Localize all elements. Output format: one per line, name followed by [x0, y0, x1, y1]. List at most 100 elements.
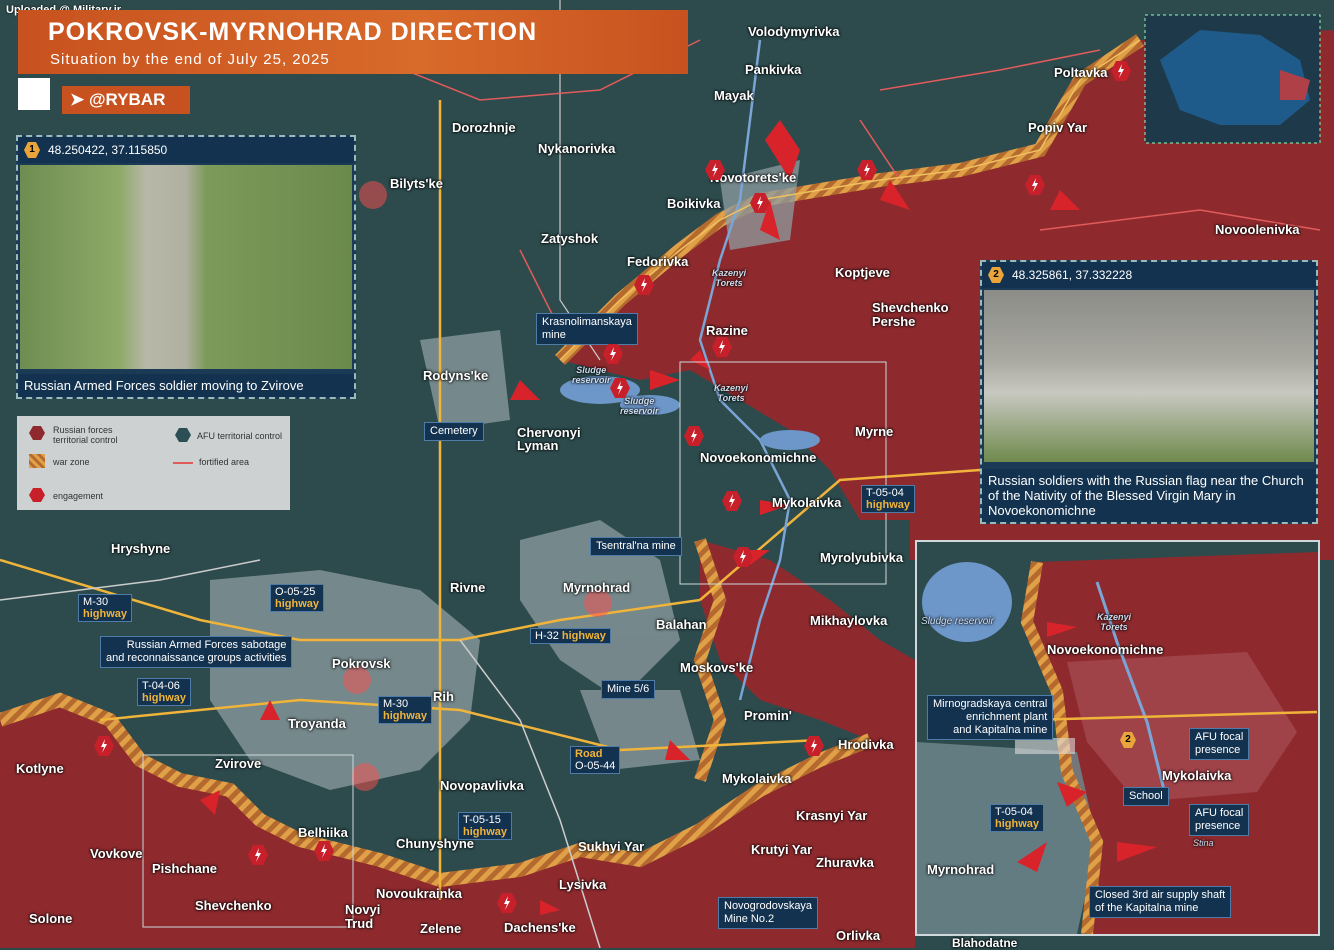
engagement-icon: [684, 426, 704, 446]
inset-sludge-label: Sludge reservoir: [921, 616, 994, 627]
highway-o-05-25: O-05-25 highway: [270, 584, 325, 612]
place-zvirove: Zvirove: [215, 756, 262, 771]
drone-photo-church: [984, 290, 1314, 462]
engagement-icon: [722, 491, 742, 511]
place-krutyi-yar: Krutyi Yar: [751, 842, 813, 857]
place-shevchenko-pershe: Shevchenko Pershe: [872, 300, 949, 329]
callout-cemetery: Cemetery: [424, 422, 484, 441]
legend-fortified-icon: [173, 462, 193, 464]
engagement-icon: [94, 736, 114, 756]
qr-code-icon: [18, 78, 50, 110]
engagement-icon: [750, 193, 770, 213]
photo-1-caption: Russian Armed Forces soldier moving to Z…: [18, 374, 354, 397]
engagement-icon: [610, 378, 630, 398]
label-sludge-reservoir-2: Sludge reservoir: [620, 396, 659, 416]
place-novoukrainka: Novoukrainka: [376, 886, 462, 901]
place-mykolaivka: Mykolaivka: [772, 495, 842, 510]
hw-code: T-05-15: [463, 814, 501, 826]
place-orlivka: Orlivka: [836, 928, 881, 943]
engagement-icon: [712, 337, 732, 357]
map-subtitle: Situation by the end of July 25, 2025: [50, 51, 330, 68]
callout-mine-5-6: Mine 5/6: [601, 680, 656, 699]
highway-t-05-15: T-05-15 highway: [458, 812, 513, 840]
hw-code: T-05-04: [866, 487, 904, 499]
place-rih: Rih: [433, 689, 454, 704]
place-pokrovsk: Pokrovsk: [332, 656, 391, 671]
highway-t-04-06: T-04-06 highway: [137, 678, 192, 706]
place-vovkove: Vovkove: [90, 846, 143, 861]
legend-engagement-icon: [29, 488, 45, 502]
inset-myrnohrad-label: Myrnohrad: [927, 862, 995, 877]
photo-panel-2: 2 48.325861, 37.332228 Russian soldiers …: [980, 260, 1318, 524]
hw-kind: highway: [463, 826, 508, 838]
inset-afu-focal-2: AFU focal presence: [1189, 804, 1250, 836]
hw-kind: highway: [561, 630, 606, 642]
inset-closed-shaft-callout: Closed 3rd air supply shaft of the Kapit…: [1089, 886, 1232, 918]
hw-code: M-30: [83, 596, 109, 608]
inset-mykolaivka-label: Mykolaivka: [1162, 768, 1232, 783]
place-razine: Razine: [706, 323, 748, 338]
place-moskovske: Moskovs'ke: [680, 660, 754, 675]
legend-fortified-label: fortified area: [199, 457, 250, 467]
hw-kind: highway: [866, 499, 911, 511]
place-myrnohrad: Myrnohrad: [563, 580, 631, 595]
place-pankivka: Pankivka: [745, 62, 802, 77]
place-volodymyrivka: Volodymyrivka: [748, 24, 840, 39]
place-novyi-trud: Novyi Trud: [345, 902, 381, 931]
photo-panel-1: 1 48.250422, 37.115850 Russian Armed For…: [16, 135, 356, 399]
photo-2-number: 2: [988, 267, 1004, 283]
overview-minimap: [1144, 14, 1321, 144]
place-rodynske: Rodyns'ke: [423, 368, 489, 383]
inset-highway-t-05-04: T-05-04 highway: [990, 804, 1045, 832]
engagement-icon: [497, 893, 517, 913]
hw-kind: O-05-44: [575, 760, 616, 772]
place-kotlyne: Kotlyne: [16, 761, 64, 776]
place-fedorivka: Fedorivka: [627, 254, 689, 269]
place-pishchane: Pishchane: [152, 861, 218, 876]
label-kazenyi-torets-2: Kazenyi Torets: [714, 383, 749, 403]
place-novopavlivka: Novopavlivka: [440, 778, 524, 793]
inset-map: Sludge reservoir Kazenyi Torets Novoekon…: [915, 540, 1320, 936]
engagement-icon: [857, 160, 877, 180]
hw-code: O-05-25: [275, 586, 316, 598]
place-myrolyubivka: Myrolyubivka: [820, 550, 904, 565]
hw-kind: highway: [275, 598, 320, 610]
callout-tsentralna-mine: Tsentral'na mine: [590, 537, 682, 556]
photo-1-number: 1: [24, 142, 40, 158]
label-sludge-reservoir-1: Sludge reservoir: [572, 365, 611, 385]
place-zhuravka: Zhuravka: [816, 855, 874, 870]
inset-kazenyi-label: Kazenyi Torets: [1097, 612, 1132, 632]
highway-h-32: H-32 highway: [530, 628, 611, 644]
place-dachenske: Dachens'ke: [504, 920, 576, 935]
engagement-icon: [314, 841, 334, 861]
place-shevchenko: Shevchenko: [195, 898, 272, 913]
place-hrodivka: Hrodivka: [838, 737, 894, 752]
engagement-icon: [1111, 61, 1131, 81]
legend-afu-icon: [175, 428, 191, 442]
legend-war-zone-icon: [29, 454, 45, 468]
legend-russian-label: Russian forces territorial control: [53, 425, 118, 445]
inset-mirnogradskaya-callout: Mirnogradskaya central enrichment plant …: [927, 695, 1054, 740]
hw-kind: highway: [995, 818, 1040, 830]
place-rivne: Rivne: [450, 580, 486, 595]
photo-1-coords: 48.250422, 37.115850: [48, 143, 168, 157]
hw-code: H-32: [535, 630, 559, 642]
place-koptjeve: Koptjeve: [835, 265, 890, 280]
place-krasnyi-yar: Krasnyi Yar: [796, 808, 868, 823]
engagement-icon: [248, 845, 268, 865]
engagement-icon: [603, 344, 623, 364]
engagement-icon: [705, 160, 725, 180]
place-mayak: Mayak: [714, 88, 754, 103]
place-novoekonomichne: Novoekonomichne: [700, 450, 817, 465]
drone-photo-field: [20, 165, 352, 369]
callout-krasnolimanskaya: Krasnolimanskaya mine: [536, 313, 638, 345]
highway-t-05-04: T-05-04 highway: [861, 485, 916, 513]
place-mikhaylovka: Mikhaylovka: [810, 613, 888, 628]
legend-engagement-label: engagement: [53, 491, 104, 501]
legend-war-zone-label: war zone: [53, 457, 90, 467]
legend: Russian forces territorial control AFU t…: [17, 416, 290, 510]
place-bilytske: Bilyts'ke: [390, 176, 443, 191]
place-lysivka: Lysivka: [559, 877, 607, 892]
hw-kind: highway: [83, 608, 128, 620]
place-balahan: Balahan: [656, 617, 707, 632]
